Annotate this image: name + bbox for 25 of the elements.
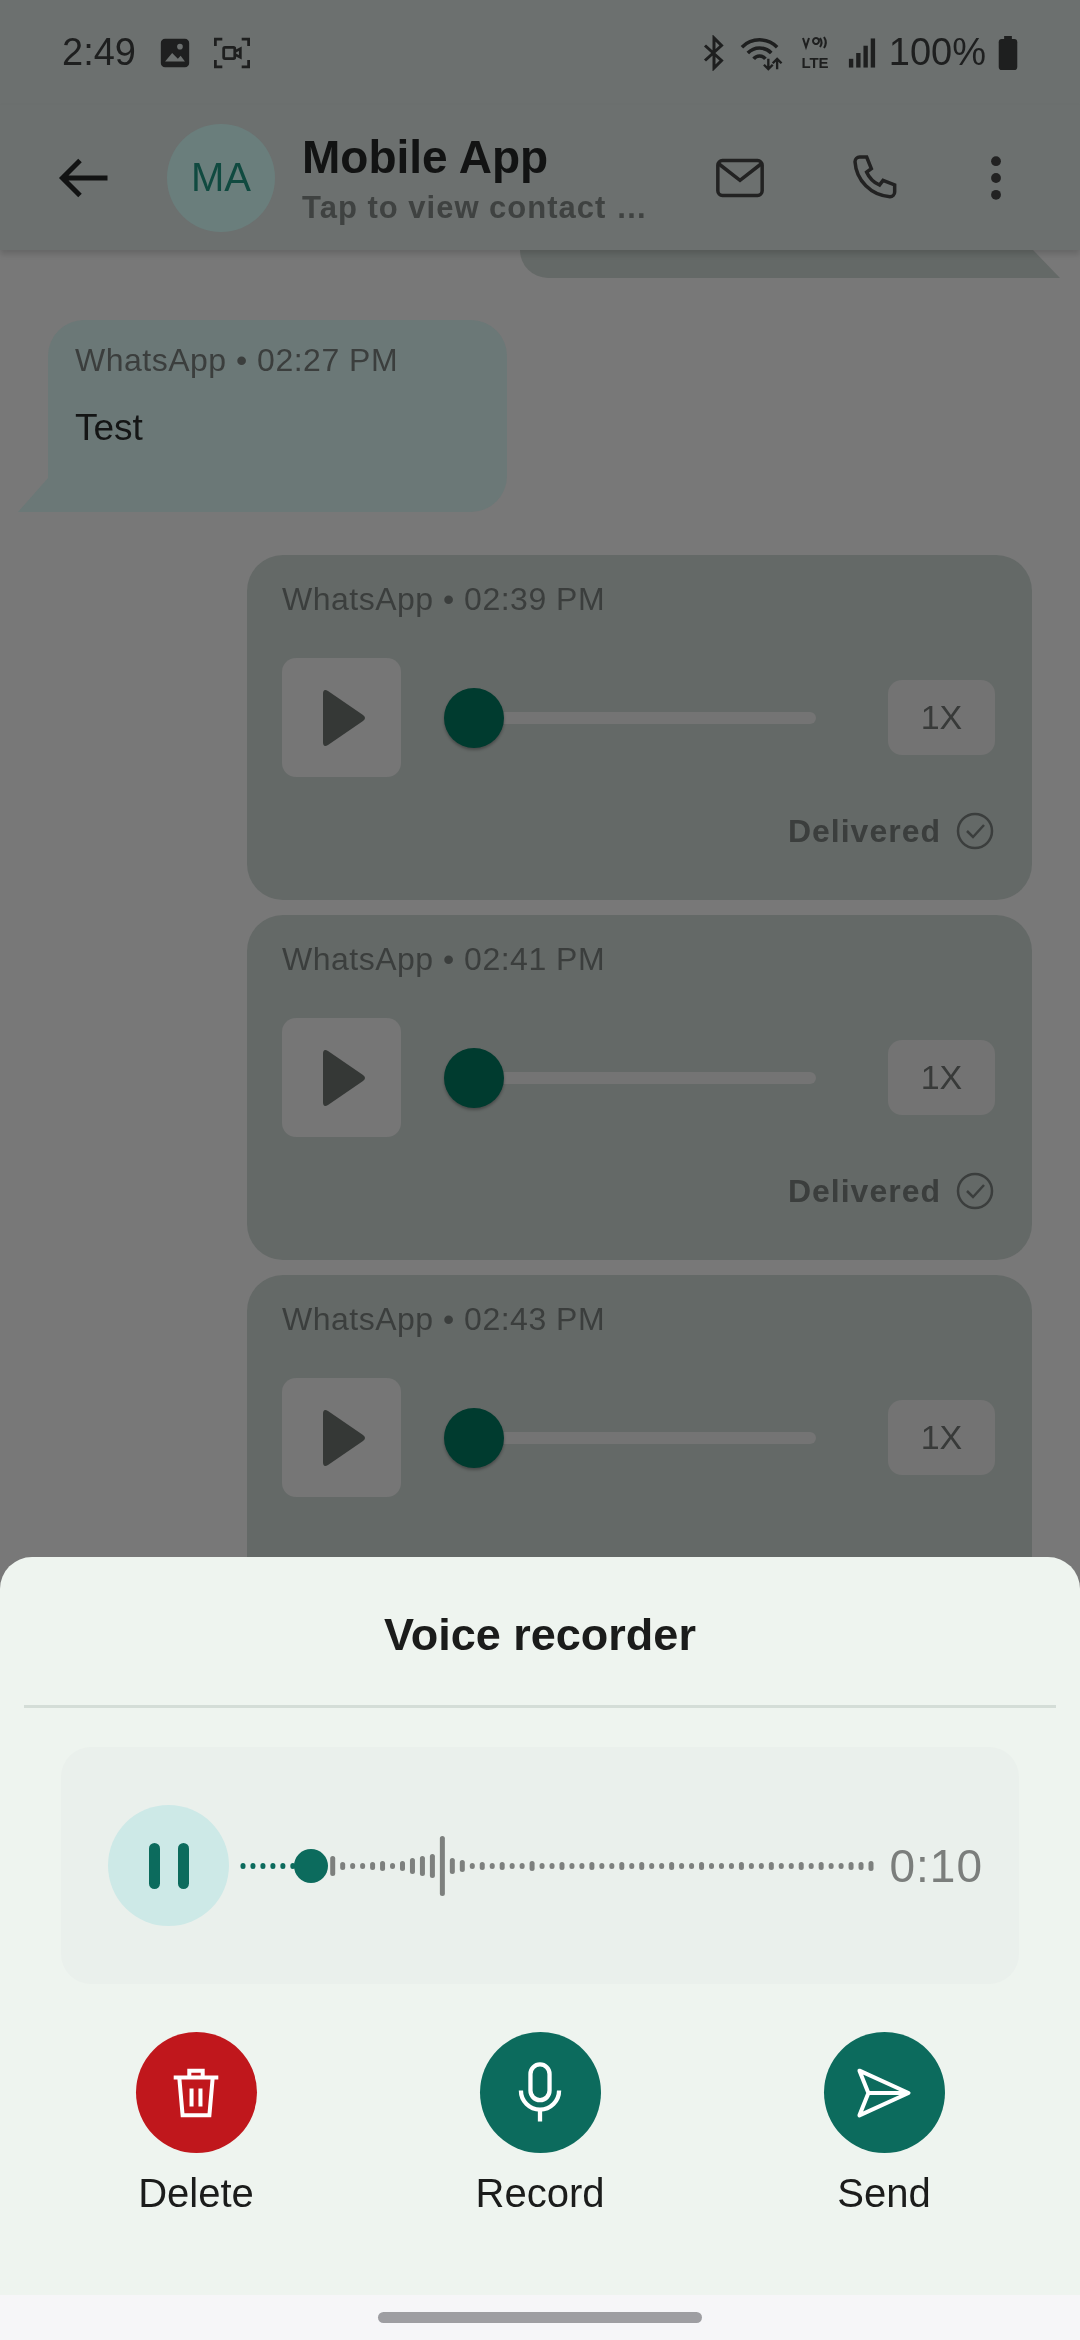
elapsed-time: 0:10 (889, 1838, 983, 1893)
audio-slider[interactable] (444, 687, 816, 748)
contact-name[interactable]: Mobile App (302, 129, 662, 184)
microphone-icon (516, 2061, 564, 2124)
play-button[interactable] (282, 1378, 401, 1497)
signal-icon (846, 36, 877, 69)
audio-slider[interactable] (444, 1047, 816, 1108)
message-meta: WhatsApp • 02:27 PM (75, 342, 400, 379)
screen-record-icon (213, 36, 250, 69)
check-circle-icon (955, 1171, 995, 1211)
message-text: Test (75, 407, 144, 449)
audio-slider[interactable] (444, 1407, 816, 1468)
home-handle[interactable] (378, 2312, 702, 2323)
battery-icon (998, 35, 1018, 70)
avatar[interactable]: MA (167, 123, 275, 232)
speed-button[interactable]: 1X (888, 1400, 995, 1475)
play-button[interactable] (282, 658, 401, 777)
check-circle-icon (955, 811, 995, 851)
play-button[interactable] (282, 1018, 401, 1137)
battery-percent: 100% (888, 31, 986, 74)
pause-icon (146, 1840, 191, 1891)
status-time: 2:49 (62, 31, 136, 74)
speed-button[interactable]: 1X (888, 680, 995, 755)
speed-button[interactable]: 1X (888, 1040, 995, 1115)
sheet-title: Voice recorder (384, 1609, 696, 1661)
